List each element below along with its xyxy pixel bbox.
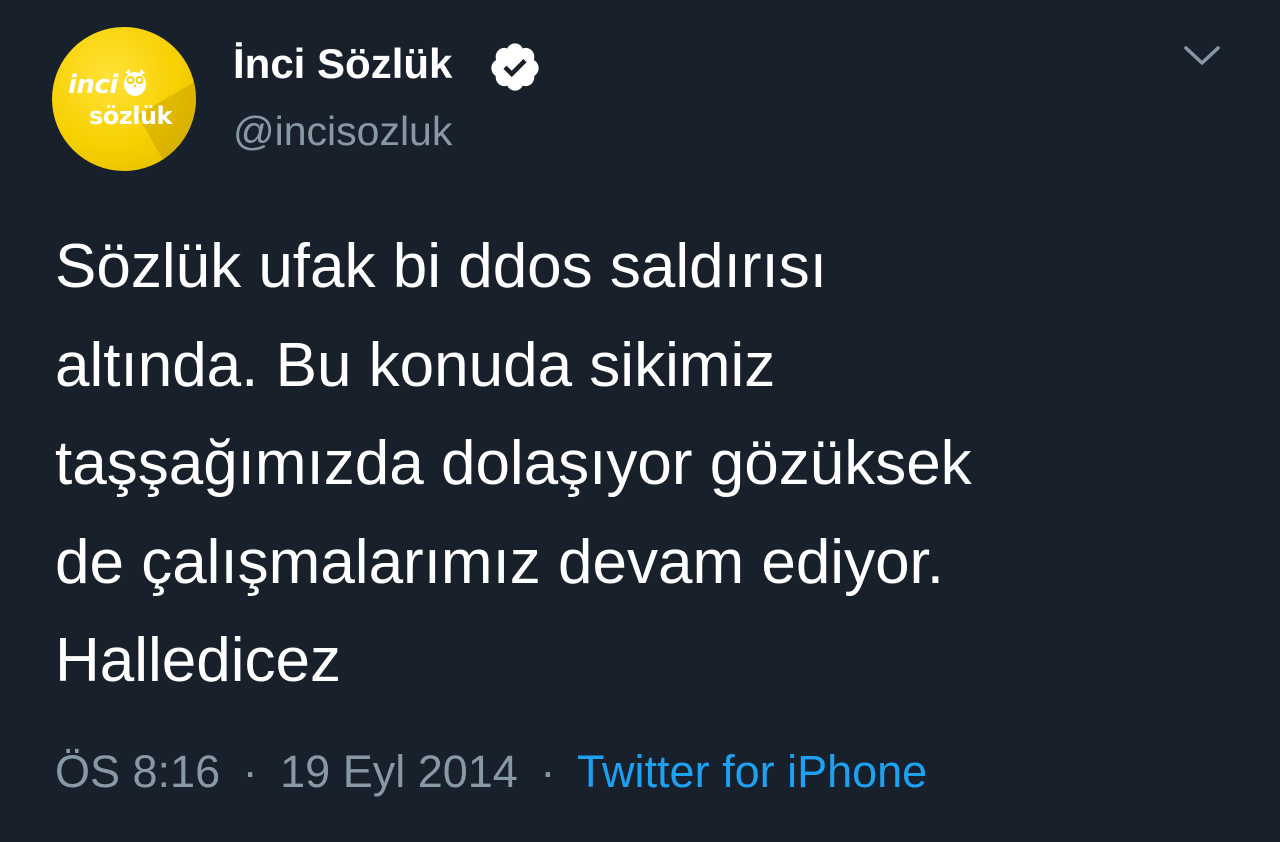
chevron-down-icon[interactable] [1182,42,1222,70]
verified-badge-icon [491,43,539,91]
tweet-card: inci sözlük İnci Sözlük @incisozluk Sözl… [0,0,1280,842]
meta-separator: · [242,746,258,797]
tweet-text-line: Halledicez [55,626,342,695]
tweet-text-line: Sözlük ufak bi ddos saldırısı [55,232,827,301]
tweet-meta: ÖS 8:16 · 19 Eyl 2014 · Twitter for iPho… [55,744,927,800]
avatar[interactable]: inci sözlük [52,27,196,171]
tweet-time[interactable]: ÖS 8:16 [55,746,220,797]
tweet-text-line: taşşağımızda dolaşıyor gözüksek [55,429,972,498]
meta-separator: · [540,746,556,797]
avatar-logo-line2: sözlük [89,102,173,130]
tweet-text: Sözlük ufak bi ddos saldırısı altında. B… [55,218,1235,711]
avatar-logo-line1: inci [68,70,118,100]
tweet-source-link[interactable]: Twitter for iPhone [577,746,927,797]
tweet-date[interactable]: 19 Eyl 2014 [280,746,518,797]
display-name[interactable]: İnci Sözlük [233,40,452,88]
owl-icon [124,69,146,96]
tweet-text-line: de çalışmalarımız devam ediyor. [55,527,945,597]
tweet-text-line: altında. Bu konuda sikimiz [55,330,776,400]
user-handle[interactable]: @incisozluk [233,107,452,155]
